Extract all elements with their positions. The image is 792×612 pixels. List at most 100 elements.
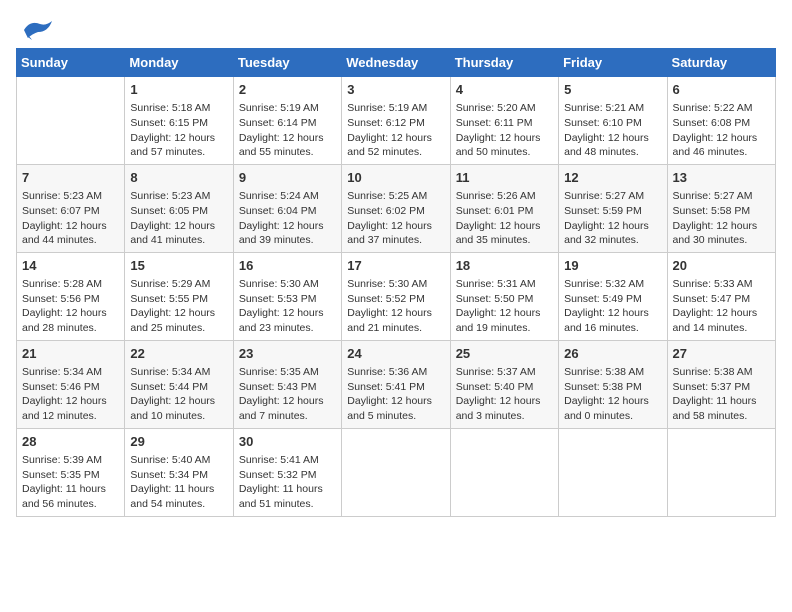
- logo: [16, 16, 56, 36]
- day-info: Sunrise: 5:27 AM Sunset: 5:58 PM Dayligh…: [673, 189, 770, 248]
- day-number: 9: [239, 169, 336, 187]
- calendar-cell: 11 Sunrise: 5:26 AM Sunset: 6:01 PM Dayli…: [450, 164, 558, 252]
- calendar-cell: 16 Sunrise: 5:30 AM Sunset: 5:53 PM Dayli…: [233, 252, 341, 340]
- calendar-cell: 7Sunrise: 5:23 AM Sunset: 6:07 PM Daylig…: [17, 164, 125, 252]
- day-info: Sunrise: 5:19 AM Sunset: 6:12 PM Dayligh…: [347, 101, 444, 160]
- calendar-cell: 4 Sunrise: 5:20 AM Sunset: 6:11 PM Daylig…: [450, 77, 558, 165]
- day-info: Sunrise: 5:34 AM Sunset: 5:46 PM Dayligh…: [22, 365, 119, 424]
- day-number: 14: [22, 257, 119, 275]
- day-number: 3: [347, 81, 444, 99]
- day-number: 12: [564, 169, 661, 187]
- day-info: Sunrise: 5:27 AM Sunset: 5:59 PM Dayligh…: [564, 189, 661, 248]
- calendar-cell: 6 Sunrise: 5:22 AM Sunset: 6:08 PM Daylig…: [667, 77, 775, 165]
- weekday-header-monday: Monday: [125, 49, 233, 77]
- day-number: 24: [347, 345, 444, 363]
- day-number: 19: [564, 257, 661, 275]
- page-header: [16, 16, 776, 36]
- day-number: 17: [347, 257, 444, 275]
- calendar-cell: 22 Sunrise: 5:34 AM Sunset: 5:44 PM Dayli…: [125, 340, 233, 428]
- day-number: 1: [130, 81, 227, 99]
- day-info: Sunrise: 5:30 AM Sunset: 5:52 PM Dayligh…: [347, 277, 444, 336]
- day-number: 2: [239, 81, 336, 99]
- weekday-header-sunday: Sunday: [17, 49, 125, 77]
- weekday-header-tuesday: Tuesday: [233, 49, 341, 77]
- day-info: Sunrise: 5:21 AM Sunset: 6:10 PM Dayligh…: [564, 101, 661, 160]
- day-info: Sunrise: 5:26 AM Sunset: 6:01 PM Dayligh…: [456, 189, 553, 248]
- day-number: 22: [130, 345, 227, 363]
- weekday-header-saturday: Saturday: [667, 49, 775, 77]
- day-number: 8: [130, 169, 227, 187]
- weekday-header-thursday: Thursday: [450, 49, 558, 77]
- calendar-cell: 15Sunrise: 5:29 AM Sunset: 5:55 PM Dayli…: [125, 252, 233, 340]
- day-info: Sunrise: 5:36 AM Sunset: 5:41 PM Dayligh…: [347, 365, 444, 424]
- calendar-cell: 1 Sunrise: 5:18 AM Sunset: 6:15 PM Daylig…: [125, 77, 233, 165]
- calendar-cell: 23Sunrise: 5:35 AM Sunset: 5:43 PM Dayli…: [233, 340, 341, 428]
- day-info: Sunrise: 5:41 AM Sunset: 5:32 PM Dayligh…: [239, 453, 336, 512]
- calendar-cell: 10Sunrise: 5:25 AM Sunset: 6:02 PM Dayli…: [342, 164, 450, 252]
- calendar-cell: 25 Sunrise: 5:37 AM Sunset: 5:40 PM Dayli…: [450, 340, 558, 428]
- calendar-week-3: 14Sunrise: 5:28 AM Sunset: 5:56 PM Dayli…: [17, 252, 776, 340]
- day-info: Sunrise: 5:38 AM Sunset: 5:37 PM Dayligh…: [673, 365, 770, 424]
- day-info: Sunrise: 5:37 AM Sunset: 5:40 PM Dayligh…: [456, 365, 553, 424]
- day-number: 20: [673, 257, 770, 275]
- calendar-cell: 28Sunrise: 5:39 AM Sunset: 5:35 PM Dayli…: [17, 428, 125, 516]
- calendar-cell: [450, 428, 558, 516]
- calendar-week-5: 28Sunrise: 5:39 AM Sunset: 5:35 PM Dayli…: [17, 428, 776, 516]
- day-info: Sunrise: 5:33 AM Sunset: 5:47 PM Dayligh…: [673, 277, 770, 336]
- calendar-cell: 8 Sunrise: 5:23 AM Sunset: 6:05 PM Daylig…: [125, 164, 233, 252]
- calendar-cell: [17, 77, 125, 165]
- day-number: 30: [239, 433, 336, 451]
- day-number: 26: [564, 345, 661, 363]
- day-info: Sunrise: 5:34 AM Sunset: 5:44 PM Dayligh…: [130, 365, 227, 424]
- calendar-cell: [559, 428, 667, 516]
- calendar-body: 1 Sunrise: 5:18 AM Sunset: 6:15 PM Daylig…: [17, 77, 776, 517]
- calendar-cell: [667, 428, 775, 516]
- weekday-header-wednesday: Wednesday: [342, 49, 450, 77]
- day-number: 18: [456, 257, 553, 275]
- logo-bird-icon: [18, 16, 56, 44]
- day-info: Sunrise: 5:18 AM Sunset: 6:15 PM Dayligh…: [130, 101, 227, 160]
- calendar-cell: 21 Sunrise: 5:34 AM Sunset: 5:46 PM Dayli…: [17, 340, 125, 428]
- day-info: Sunrise: 5:32 AM Sunset: 5:49 PM Dayligh…: [564, 277, 661, 336]
- calendar-cell: 29 Sunrise: 5:40 AM Sunset: 5:34 PM Dayli…: [125, 428, 233, 516]
- calendar-cell: 3 Sunrise: 5:19 AM Sunset: 6:12 PM Daylig…: [342, 77, 450, 165]
- day-info: Sunrise: 5:19 AM Sunset: 6:14 PM Dayligh…: [239, 101, 336, 160]
- calendar-cell: 5 Sunrise: 5:21 AM Sunset: 6:10 PM Daylig…: [559, 77, 667, 165]
- day-number: 13: [673, 169, 770, 187]
- calendar-week-1: 1 Sunrise: 5:18 AM Sunset: 6:15 PM Daylig…: [17, 77, 776, 165]
- day-number: 11: [456, 169, 553, 187]
- day-info: Sunrise: 5:38 AM Sunset: 5:38 PM Dayligh…: [564, 365, 661, 424]
- calendar-cell: 30 Sunrise: 5:41 AM Sunset: 5:32 PM Dayli…: [233, 428, 341, 516]
- day-number: 4: [456, 81, 553, 99]
- calendar-week-4: 21 Sunrise: 5:34 AM Sunset: 5:46 PM Dayli…: [17, 340, 776, 428]
- calendar-cell: 2 Sunrise: 5:19 AM Sunset: 6:14 PM Daylig…: [233, 77, 341, 165]
- day-info: Sunrise: 5:23 AM Sunset: 6:05 PM Dayligh…: [130, 189, 227, 248]
- day-info: Sunrise: 5:22 AM Sunset: 6:08 PM Dayligh…: [673, 101, 770, 160]
- day-info: Sunrise: 5:39 AM Sunset: 5:35 PM Dayligh…: [22, 453, 119, 512]
- calendar-cell: 20 Sunrise: 5:33 AM Sunset: 5:47 PM Dayli…: [667, 252, 775, 340]
- day-number: 29: [130, 433, 227, 451]
- day-number: 5: [564, 81, 661, 99]
- day-number: 21: [22, 345, 119, 363]
- day-number: 23: [239, 345, 336, 363]
- calendar-week-2: 7Sunrise: 5:23 AM Sunset: 6:07 PM Daylig…: [17, 164, 776, 252]
- weekday-header-friday: Friday: [559, 49, 667, 77]
- day-info: Sunrise: 5:31 AM Sunset: 5:50 PM Dayligh…: [456, 277, 553, 336]
- weekday-header-row: SundayMondayTuesdayWednesdayThursdayFrid…: [17, 49, 776, 77]
- day-number: 25: [456, 345, 553, 363]
- calendar-table: SundayMondayTuesdayWednesdayThursdayFrid…: [16, 48, 776, 517]
- day-number: 16: [239, 257, 336, 275]
- day-info: Sunrise: 5:40 AM Sunset: 5:34 PM Dayligh…: [130, 453, 227, 512]
- day-info: Sunrise: 5:23 AM Sunset: 6:07 PM Dayligh…: [22, 189, 119, 248]
- calendar-cell: [342, 428, 450, 516]
- day-number: 27: [673, 345, 770, 363]
- day-info: Sunrise: 5:20 AM Sunset: 6:11 PM Dayligh…: [456, 101, 553, 160]
- day-number: 6: [673, 81, 770, 99]
- calendar-cell: 12 Sunrise: 5:27 AM Sunset: 5:59 PM Dayli…: [559, 164, 667, 252]
- calendar-cell: 17 Sunrise: 5:30 AM Sunset: 5:52 PM Dayli…: [342, 252, 450, 340]
- calendar-cell: 26 Sunrise: 5:38 AM Sunset: 5:38 PM Dayli…: [559, 340, 667, 428]
- day-number: 15: [130, 257, 227, 275]
- calendar-cell: 24 Sunrise: 5:36 AM Sunset: 5:41 PM Dayli…: [342, 340, 450, 428]
- day-info: Sunrise: 5:24 AM Sunset: 6:04 PM Dayligh…: [239, 189, 336, 248]
- day-info: Sunrise: 5:30 AM Sunset: 5:53 PM Dayligh…: [239, 277, 336, 336]
